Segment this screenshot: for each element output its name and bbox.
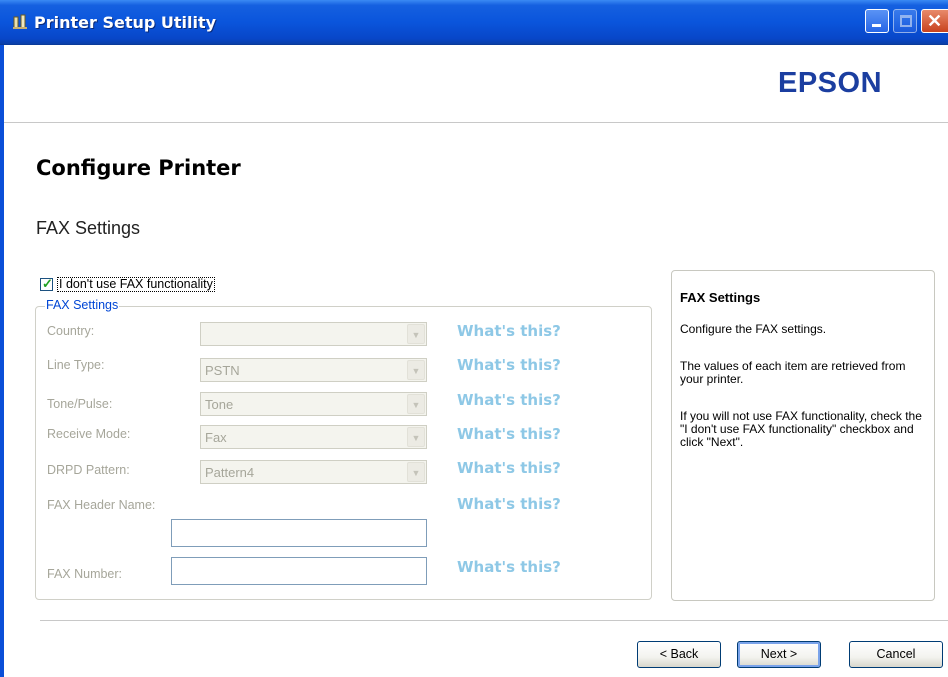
drpd-pattern-value: Pattern4 xyxy=(205,465,255,480)
line-type-whats-this-link[interactable]: What's this? xyxy=(457,356,561,374)
fax-number-label: FAX Number: xyxy=(47,567,123,581)
window-frame xyxy=(0,45,4,677)
country-whats-this-link[interactable]: What's this? xyxy=(457,322,561,340)
help-paragraph: Configure the FAX settings. xyxy=(680,322,827,336)
no-fax-checkbox[interactable]: ✓ xyxy=(40,275,53,291)
receive-mode-select: Fax ▼ xyxy=(200,425,427,449)
printer-app-icon xyxy=(13,14,27,29)
chevron-down-icon: ▼ xyxy=(407,324,425,344)
close-icon: ✕ xyxy=(927,11,943,31)
help-paragraph: The values of each item are retrieved fr… xyxy=(680,359,906,386)
line-type-label: Line Type: xyxy=(47,358,105,372)
help-title: FAX Settings xyxy=(680,290,761,305)
footer-divider xyxy=(40,620,948,621)
epson-logo: EPSON xyxy=(778,67,883,99)
no-fax-checkbox-row[interactable]: ✓ I don't use FAX functionality xyxy=(40,276,215,292)
country-select: ▼ xyxy=(200,322,427,346)
drpd-pattern-whats-this-link[interactable]: What's this? xyxy=(457,459,561,477)
page-title: Configure Printer xyxy=(36,156,241,180)
chevron-down-icon: ▼ xyxy=(407,427,425,447)
title-bar: Printer Setup Utility ✕ xyxy=(0,0,948,45)
section-title: FAX Settings xyxy=(36,218,141,238)
fax-header-name-input[interactable] xyxy=(171,519,427,547)
maximize-button xyxy=(893,9,917,33)
cancel-button[interactable]: Cancel xyxy=(849,641,943,668)
fax-number-whats-this-link[interactable]: What's this? xyxy=(457,558,561,576)
tone-pulse-label: Tone/Pulse: xyxy=(47,397,113,411)
receive-mode-value: Fax xyxy=(205,430,227,445)
fax-number-input[interactable] xyxy=(171,557,427,585)
next-button[interactable]: Next > xyxy=(737,641,821,668)
chevron-down-icon: ▼ xyxy=(407,462,425,482)
fax-header-name-whats-this-link[interactable]: What's this? xyxy=(457,495,561,513)
line-type-select: PSTN ▼ xyxy=(200,358,427,382)
receive-mode-label: Receive Mode: xyxy=(47,427,131,441)
chevron-down-icon: ▼ xyxy=(407,360,425,380)
checkmark-icon: ✓ xyxy=(42,275,53,291)
drpd-pattern-label: DRPD Pattern: xyxy=(47,463,130,477)
fax-header-name-label: FAX Header Name: xyxy=(47,498,156,512)
help-paragraph: If you will not use FAX functionality, c… xyxy=(680,409,922,449)
fax-settings-legend: FAX Settings xyxy=(45,298,120,312)
tone-pulse-select: Tone ▼ xyxy=(200,392,427,416)
window-title: Printer Setup Utility xyxy=(34,13,217,32)
chevron-down-icon: ▼ xyxy=(407,394,425,414)
help-panel: FAX Settings Configure the FAX settings.… xyxy=(671,270,935,601)
line-type-value: PSTN xyxy=(205,363,240,378)
maximize-icon xyxy=(900,15,912,27)
minimize-button[interactable] xyxy=(865,9,889,33)
country-label: Country: xyxy=(47,324,95,338)
tone-pulse-whats-this-link[interactable]: What's this? xyxy=(457,391,561,409)
tone-pulse-value: Tone xyxy=(205,397,234,412)
receive-mode-whats-this-link[interactable]: What's this? xyxy=(457,425,561,443)
fax-settings-group xyxy=(35,306,652,600)
back-button[interactable]: < Back xyxy=(637,641,721,668)
drpd-pattern-select: Pattern4 ▼ xyxy=(200,460,427,484)
minimize-icon xyxy=(872,24,881,27)
close-button[interactable]: ✕ xyxy=(921,9,948,33)
no-fax-label[interactable]: I don't use FAX functionality xyxy=(57,276,215,292)
